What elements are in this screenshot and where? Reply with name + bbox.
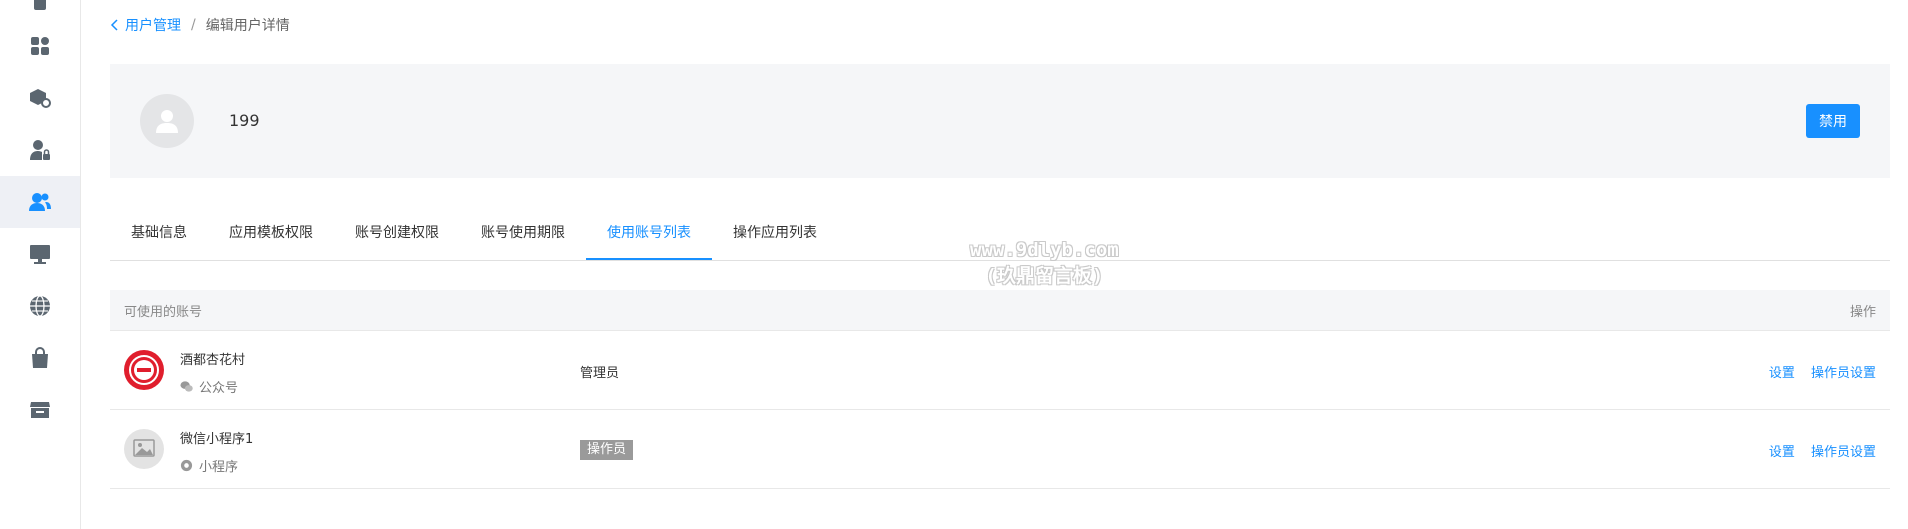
store-icon (30, 402, 50, 418)
operator-settings-link[interactable]: 操作员设置 (1811, 366, 1876, 381)
breadcrumb: 用户管理 / 编辑用户详情 (110, 15, 290, 35)
sidebar-item-apps[interactable] (0, 20, 80, 72)
account-logo (124, 350, 164, 390)
sidebar-item-store[interactable] (0, 384, 80, 436)
wechat-icon (180, 381, 193, 392)
tab-basic-info[interactable]: 基础信息 (110, 214, 208, 260)
brand-seal-icon (129, 355, 159, 385)
account-type-label: 小程序 (199, 460, 239, 475)
monitor-icon (30, 245, 50, 264)
tab-app-template-permission[interactable]: 应用模板权限 (208, 214, 334, 260)
settings-link[interactable]: 设置 (1769, 445, 1795, 460)
tab-account-create-permission[interactable]: 账号创建权限 (334, 214, 460, 260)
row-actions: 设置 操作员设置 (1757, 441, 1876, 460)
account-name: 微信小程序1 (180, 432, 254, 447)
account-type-label: 公众号 (199, 381, 239, 396)
chevron-left-icon (110, 19, 118, 31)
users-icon (29, 193, 51, 211)
sidebar-item-globe[interactable] (0, 280, 80, 332)
account-role: 管理员 (580, 366, 620, 381)
sidebar-item-users[interactable] (0, 176, 80, 228)
watermark-line1: www.9dlyb.com (970, 239, 1119, 261)
account-type: 公众号 (180, 377, 238, 396)
tab-account-usage-period[interactable]: 账号使用期限 (460, 214, 586, 260)
user-profile-card: 199 禁用 (110, 64, 1890, 178)
account-name: 酒都杏花村 (180, 353, 246, 368)
table-row: 微信小程序1 小程序 操作员 设置 操作员设置 (110, 410, 1890, 489)
breadcrumb-back-label[interactable]: 用户管理 (125, 15, 181, 35)
settings-link[interactable]: 设置 (1769, 366, 1795, 381)
document-icon (34, 0, 46, 10)
watermark-line2: (玖鼎留言板) (985, 265, 1104, 287)
table-header: 可使用的账号 操作 (110, 290, 1890, 331)
tab-operating-app-list[interactable]: 操作应用列表 (712, 214, 838, 260)
disable-button[interactable]: 禁用 (1806, 104, 1860, 138)
main-content: 用户管理 / 编辑用户详情 199 禁用 基础信息 应用模板权限 账号创建权限 … (110, 0, 1890, 529)
package-settings-icon (30, 89, 51, 108)
account-logo (124, 429, 164, 469)
mini-program-icon (180, 459, 193, 472)
sidebar-item-monitor[interactable] (0, 228, 80, 280)
sidebar (0, 0, 81, 529)
row-actions: 设置 操作员设置 (1757, 362, 1876, 381)
apps-icon (31, 37, 49, 55)
operator-settings-link[interactable]: 操作员设置 (1811, 445, 1876, 460)
image-placeholder-icon (133, 439, 155, 457)
username: 199 (229, 111, 260, 130)
header-action: 操作 (1849, 304, 1876, 320)
tab-usable-account-list[interactable]: 使用账号列表 (586, 214, 712, 260)
header-account: 可使用的账号 (124, 304, 203, 320)
account-role-tag: 操作员 (580, 440, 634, 460)
breadcrumb-back-link[interactable]: 用户管理 (110, 15, 181, 35)
account-table: 可使用的账号 操作 酒都杏花村 公众号 管理员 设置 操作员设置 微信小程序1 … (110, 290, 1890, 489)
sidebar-item-package[interactable] (0, 72, 80, 124)
table-row: 酒都杏花村 公众号 管理员 设置 操作员设置 (110, 331, 1890, 410)
breadcrumb-current: 编辑用户详情 (205, 18, 290, 34)
breadcrumb-separator: / (191, 17, 196, 33)
sidebar-item-bag[interactable] (0, 332, 80, 384)
user-lock-icon (30, 140, 50, 160)
account-type: 小程序 (180, 456, 238, 475)
sidebar-item-user-lock[interactable] (0, 124, 80, 176)
user-avatar-icon (156, 110, 178, 133)
globe-icon (30, 295, 50, 317)
watermark: www.9dlyb.com (玖鼎留言板) (970, 237, 1119, 289)
avatar (140, 94, 194, 148)
shopping-bag-icon (32, 347, 48, 368)
